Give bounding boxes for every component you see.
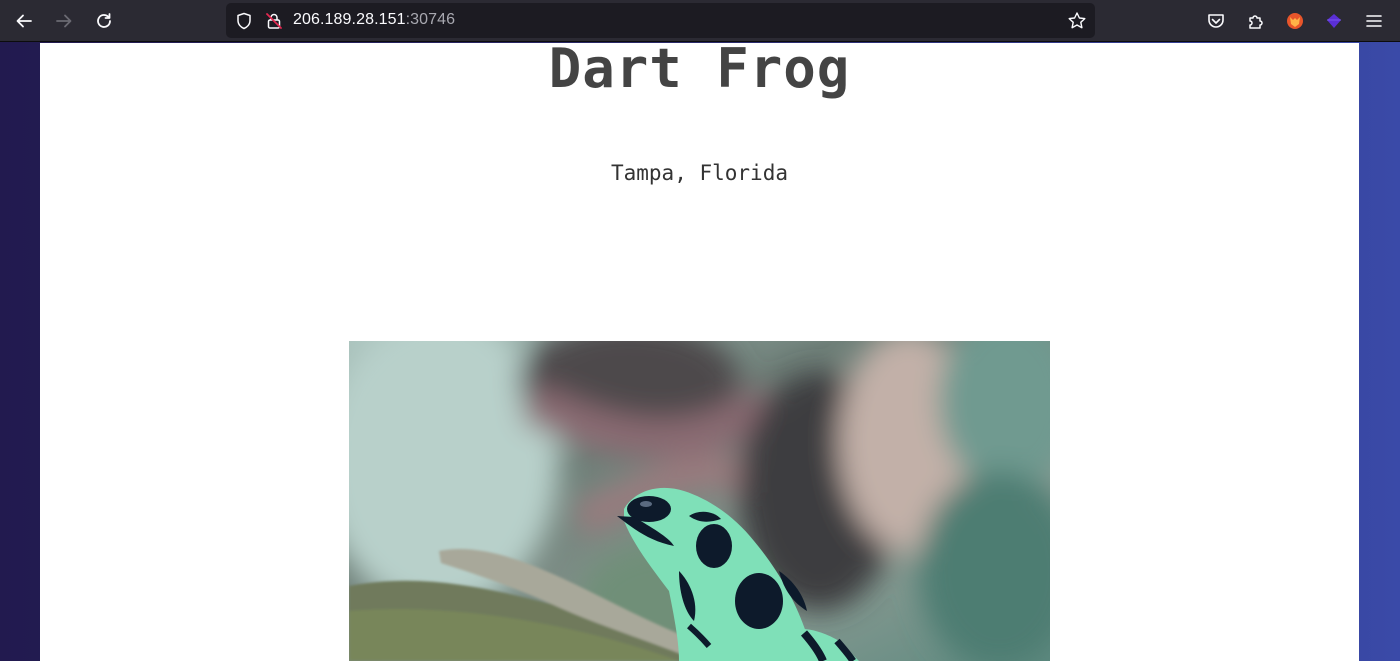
back-button[interactable] bbox=[10, 7, 38, 35]
reload-button[interactable] bbox=[90, 7, 118, 35]
url-text[interactable]: 206.189.28.151:30746 bbox=[293, 11, 455, 29]
purple-diamond-extension-icon bbox=[1327, 14, 1341, 28]
app-menu-button[interactable] bbox=[1362, 9, 1386, 33]
browser-toolbar: 206.189.28.151:30746 bbox=[0, 0, 1400, 42]
star-icon[interactable] bbox=[1067, 11, 1087, 31]
extension-fox-button[interactable] bbox=[1283, 9, 1307, 33]
url-port: :30746 bbox=[405, 11, 456, 28]
extension-diamond-button[interactable] bbox=[1322, 9, 1346, 33]
url-host: 206.189.28.151 bbox=[293, 11, 406, 28]
location-text: Tampa, Florida bbox=[610, 161, 788, 185]
reload-icon bbox=[97, 13, 111, 28]
extensions-button[interactable] bbox=[1244, 9, 1268, 33]
tracking-protection-shield-icon[interactable] bbox=[234, 11, 253, 30]
pocket-icon bbox=[1208, 14, 1224, 28]
puzzle-piece-icon bbox=[1249, 15, 1263, 29]
pocket-button[interactable] bbox=[1204, 9, 1228, 33]
forward-button[interactable] bbox=[50, 7, 78, 35]
address-bar[interactable]: 206.189.28.151:30746 bbox=[226, 3, 1095, 38]
hamburger-menu-icon bbox=[1366, 15, 1382, 27]
frog-photo bbox=[349, 341, 1050, 661]
page-title: Dart Frog bbox=[548, 43, 851, 100]
insecure-lock-icon[interactable] bbox=[264, 11, 283, 30]
web-page: Dart Frog Tampa, Florida bbox=[40, 43, 1359, 661]
arrow-right-icon bbox=[56, 14, 72, 28]
fox-extension-icon bbox=[1287, 13, 1303, 29]
arrow-left-icon bbox=[16, 14, 32, 28]
